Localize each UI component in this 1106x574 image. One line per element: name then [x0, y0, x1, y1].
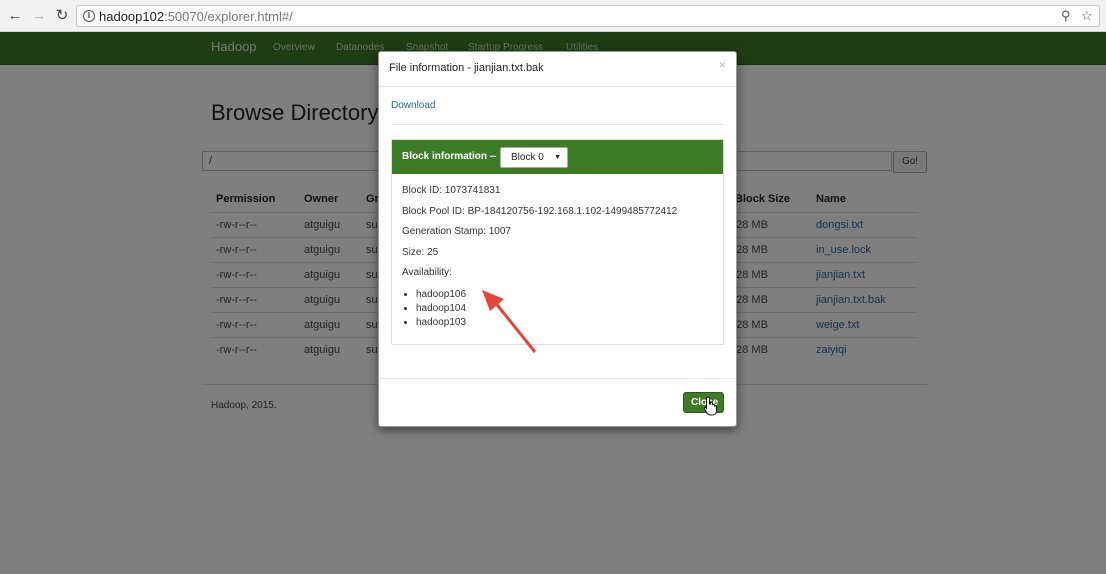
browser-toolbar: ← → ↻ i hadoop102:50070/explorer.html#/ …	[0, 0, 1106, 32]
list-item: hadoop106	[416, 288, 466, 302]
download-link[interactable]: Download	[391, 100, 435, 111]
panel-heading: Block information -- Block 0 ▼	[392, 140, 723, 174]
block-information-panel: Block information -- Block 0 ▼ Block ID:…	[391, 139, 724, 345]
zoom-icon[interactable]: ⚲	[1061, 8, 1071, 24]
dropdown-caret-icon: ▼	[554, 154, 561, 161]
bookmark-star-icon[interactable]: ☆	[1081, 8, 1093, 24]
address-bar[interactable]: i hadoop102:50070/explorer.html#/ ⚲ ☆	[76, 5, 1100, 27]
availability-list: hadoop106 hadoop104 hadoop103	[416, 288, 466, 330]
back-arrow-icon[interactable]: ←	[6, 7, 24, 25]
block-select[interactable]: Block 0 ▼	[500, 147, 568, 168]
modal-footer-divider	[379, 378, 736, 379]
list-item: hadoop103	[416, 316, 466, 330]
block-information-label: Block information --	[402, 151, 497, 162]
modal-header: File information - jianjian.txt.bak ×	[379, 52, 736, 87]
block-size-info: Size: 25	[402, 247, 439, 258]
page-viewport: Hadoop Overview Datanodes Snapshot Start…	[0, 32, 1106, 574]
block-pool-id: Block Pool ID: BP-184120756-192.168.1.10…	[402, 206, 678, 217]
block-select-value: Block 0	[511, 152, 544, 163]
url-host: hadoop102	[99, 9, 165, 24]
availability-label: Availability:	[402, 267, 452, 278]
url-path: :50070/explorer.html#/	[164, 9, 293, 24]
hand-cursor-icon	[703, 396, 717, 416]
file-information-modal: File information - jianjian.txt.bak × Do…	[378, 51, 737, 427]
list-item: hadoop104	[416, 302, 466, 316]
reload-icon[interactable]: ↻	[53, 7, 71, 25]
close-icon[interactable]: ×	[719, 58, 726, 72]
forward-arrow-icon[interactable]: →	[30, 7, 48, 25]
modal-title: File information - jianjian.txt.bak	[389, 62, 544, 74]
block-id: Block ID: 1073741831	[402, 185, 501, 196]
url-text: hadoop102:50070/explorer.html#/	[99, 9, 293, 24]
generation-stamp: Generation Stamp: 1007	[402, 226, 511, 237]
site-info-icon[interactable]: i	[83, 10, 95, 22]
divider	[391, 124, 724, 125]
